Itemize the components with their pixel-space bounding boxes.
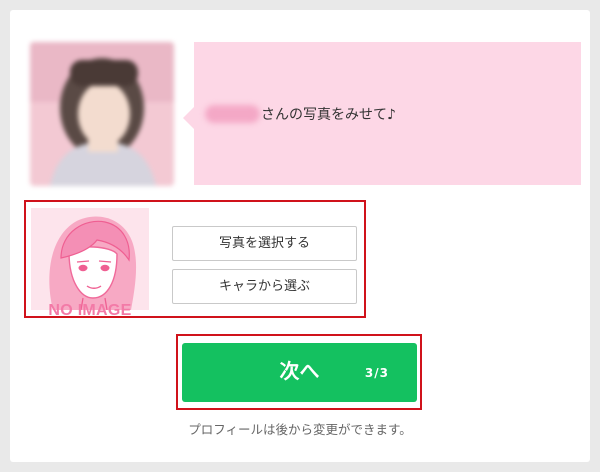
select-photo-button[interactable]: 写真を選択する — [172, 226, 357, 261]
default-avatar-icon — [31, 208, 149, 310]
partner-photo-image — [30, 42, 174, 186]
partner-photo — [30, 42, 174, 186]
speech-bubble-tail — [183, 107, 194, 129]
speech-bubble-text: さんの写真をみせて♪ — [261, 107, 396, 123]
no-image-avatar — [31, 208, 149, 310]
partner-name-blurred — [205, 105, 260, 123]
step-indicator: 3/3 — [364, 366, 389, 380]
next-button[interactable]: 次へ 3/3 — [182, 343, 417, 402]
no-image-label: NO IMAGE — [48, 302, 132, 319]
profile-edit-note: プロフィールは後から変更ができます。 — [188, 422, 412, 437]
choose-character-button[interactable]: キャラから選ぶ — [172, 269, 357, 304]
